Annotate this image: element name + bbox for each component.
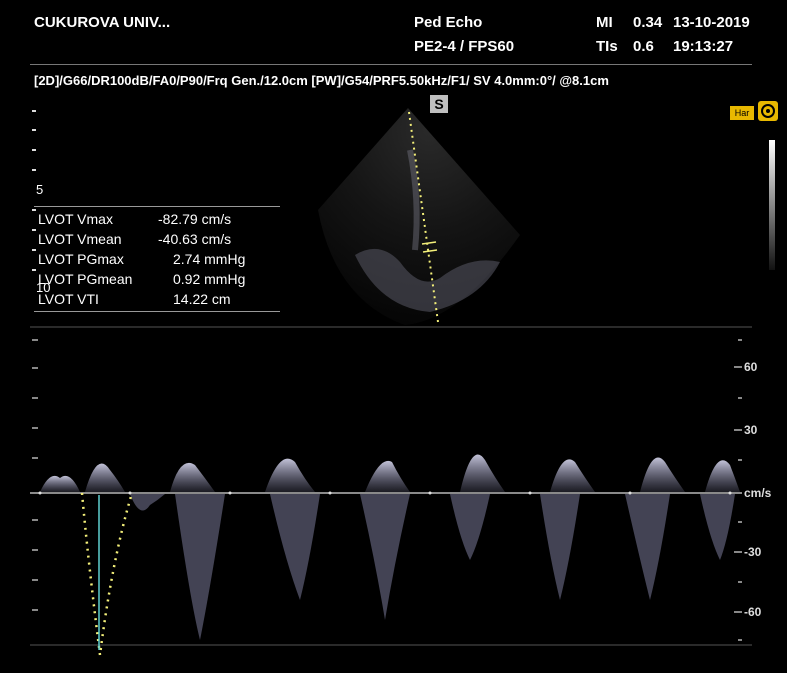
- measurement-panel: LVOT Vmax -82.79 cm/s LVOT Vmean -40.63 …: [34, 206, 280, 312]
- velocity-tick-neg30: -30: [744, 545, 762, 559]
- sample-volume-marker: S: [430, 95, 448, 113]
- depth-label-5: 5: [36, 182, 44, 197]
- grayscale-bar: [768, 140, 778, 270]
- spectral-time-ticks: [32, 339, 38, 611]
- measurement-value: -82.79 cm/s: [158, 211, 232, 227]
- measurement-value: 2.74 mmHg: [173, 251, 246, 267]
- velocity-tick-30: 30: [744, 423, 758, 437]
- measurement-label: LVOT PGmean: [38, 271, 133, 287]
- measurement-label: LVOT PGmax: [38, 251, 124, 267]
- velocity-tick-neg60: -60: [744, 605, 762, 619]
- spectral-positive-flow: [40, 454, 740, 492]
- vti-trace: [80, 492, 134, 656]
- echo-display: [30, 108, 752, 656]
- harmonic-badge: Har: [730, 106, 754, 120]
- velocity-tick-60: 60: [744, 360, 758, 374]
- spectral-negative-flow: [130, 494, 735, 640]
- velocity-unit: cm/s: [744, 486, 772, 500]
- measurement-label: LVOT Vmax: [38, 211, 113, 227]
- measurement-label: LVOT Vmean: [38, 231, 122, 247]
- probe-orientation-icon: [757, 100, 779, 122]
- measurement-value: -40.63 cm/s: [158, 231, 232, 247]
- measurement-value: 14.22 cm: [173, 291, 231, 307]
- measurement-label: LVOT VTI: [38, 291, 99, 307]
- measurement-value: 0.92 mmHg: [173, 271, 246, 287]
